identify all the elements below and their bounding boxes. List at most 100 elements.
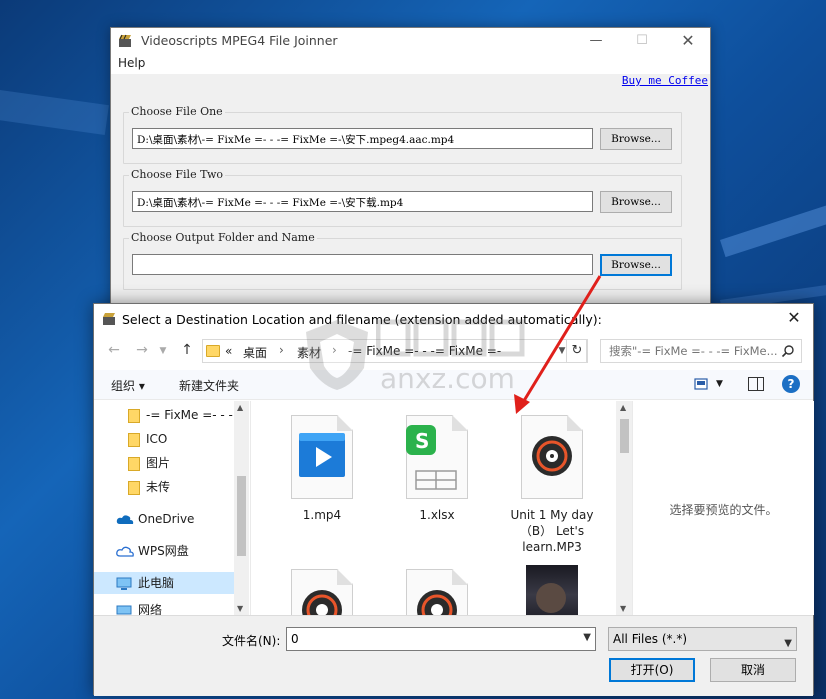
file-item[interactable] [277, 569, 367, 615]
maximize-button[interactable]: ☐ [619, 28, 665, 54]
filename-field[interactable]: ▼ [286, 627, 596, 651]
shield-logo-icon [306, 320, 368, 390]
cloud-outline-icon [116, 546, 134, 557]
minimize-button[interactable]: — [573, 28, 619, 54]
group-output: Choose Output Folder and Name Browse... [123, 231, 682, 290]
browse-file-one-button[interactable]: Browse... [600, 128, 672, 150]
view-options-chevron-icon[interactable]: ▼ [716, 379, 723, 389]
nav-item-label: 未传 [146, 480, 171, 494]
nav-item-untransferred[interactable]: 未传 [94, 476, 234, 498]
search-input[interactable] [601, 340, 781, 362]
search-box[interactable] [600, 339, 802, 363]
back-arrow-icon[interactable]: ← [104, 342, 124, 362]
browse-file-two-button[interactable]: Browse... [600, 191, 672, 213]
audio-file-icon [417, 590, 457, 615]
nav-item-this-pc[interactable]: 此电脑 [94, 572, 234, 594]
scroll-up-arrow-icon[interactable]: ▲ [237, 403, 243, 412]
file-item[interactable]: 1.mp4 [277, 415, 367, 523]
nav-item-onedrive[interactable]: OneDrive [94, 508, 234, 530]
breadcrumb-separator: › [279, 343, 284, 357]
group-file-one-label: Choose File One [129, 105, 225, 118]
preview-pane: 选择要预览的文件。 [632, 401, 814, 615]
group-output-label: Choose Output Folder and Name [129, 231, 317, 244]
view-options-icon[interactable] [694, 377, 712, 391]
nav-item-label: WPS网盘 [138, 544, 189, 558]
app-icon [103, 313, 115, 325]
help-icon[interactable]: ? [782, 375, 800, 393]
title-bar[interactable]: Videoscripts MPEG4 File Joinner — ☐ ✕ [111, 28, 710, 54]
browse-output-button[interactable]: Browse... [600, 254, 672, 276]
file-name-line-2: （B） Let's [519, 524, 585, 538]
watermark: anxz.com [302, 316, 532, 396]
file-name: 1.mp4 [302, 508, 342, 522]
dialog-footer: 文件名(N): ▼ All Files (*.*) ▼ 打开(O) 取消 [94, 615, 813, 696]
audio-file-icon [532, 436, 572, 476]
cancel-button[interactable]: 取消 [710, 658, 796, 682]
menu-bar: Help [111, 54, 710, 74]
scroll-down-arrow-icon[interactable]: ▼ [237, 604, 243, 613]
folder-icon [206, 345, 220, 357]
nav-item-fixme[interactable]: -= FixMe =- - - [94, 404, 234, 426]
file-item[interactable]: S 1.xlsx [392, 415, 482, 523]
watermark-chinese-logo [376, 319, 525, 357]
folder-icon [128, 433, 140, 447]
scrollbar-thumb[interactable] [620, 419, 629, 453]
new-folder-button[interactable]: 新建文件夹 [179, 377, 239, 394]
spreadsheet-file-icon: S [406, 425, 457, 490]
recent-locations-chevron-icon[interactable]: ▼ [153, 346, 173, 366]
output-path-input[interactable] [132, 254, 593, 275]
file-two-path-input[interactable]: D:\桌面\素材\-= FixMe =- - -= FixMe =-\安下载.m… [132, 191, 593, 212]
group-file-one: Choose File One D:\桌面\素材\-= FixMe =- - -… [123, 105, 682, 164]
preview-placeholder: 选择要预览的文件。 [669, 503, 778, 517]
breadcrumb-overflow[interactable]: « [225, 344, 232, 358]
app-icon [119, 34, 131, 47]
file-one-path-input[interactable]: D:\桌面\素材\-= FixMe =- - -= FixMe =-\安下.mp… [132, 128, 593, 149]
chevron-down-icon[interactable]: ▼ [784, 633, 792, 655]
svg-text:S: S [415, 429, 429, 453]
wallpaper-light-ray [720, 196, 826, 258]
breadcrumb-desktop[interactable]: 桌面 [243, 344, 267, 361]
folder-icon [128, 409, 140, 423]
file-name-line-1: Unit 1 My day [510, 508, 594, 522]
folder-icon [128, 457, 140, 471]
file-item[interactable] [392, 569, 482, 615]
forward-arrow-icon[interactable]: → [132, 342, 152, 362]
dialog-close-button[interactable]: ✕ [781, 308, 807, 330]
search-icon[interactable] [781, 344, 795, 358]
audio-file-icon [302, 590, 342, 615]
nav-item-label: OneDrive [138, 512, 195, 526]
nav-item-pictures[interactable]: 图片 [94, 452, 234, 474]
joiner-window: Videoscripts MPEG4 File Joinner — ☐ ✕ He… [110, 27, 711, 317]
nav-item-label: 此电脑 [138, 576, 175, 590]
nav-item-label: -= FixMe =- - - [146, 408, 233, 422]
group-file-two: Choose File Two D:\桌面\素材\-= FixMe =- - -… [123, 168, 682, 227]
close-button[interactable]: ✕ [665, 28, 711, 54]
buy-coffee-link[interactable]: Buy me Coffee [622, 74, 708, 87]
chevron-down-icon[interactable]: ▼ [583, 632, 591, 643]
file-list-scrollbar[interactable]: ▲ ▼ [616, 401, 632, 615]
scroll-up-arrow-icon[interactable]: ▲ [620, 403, 626, 412]
navigation-pane: -= FixMe =- - - ICO 图片 未传 OneDrive WPS网盘 [94, 401, 249, 617]
filename-input[interactable] [287, 628, 572, 650]
navigation-scrollbar[interactable]: ▲ ▼ [234, 401, 249, 615]
image-thumbnail [526, 565, 578, 615]
file-type-select[interactable]: All Files (*.*) ▼ [608, 627, 797, 651]
nav-item-wps-drive[interactable]: WPS网盘 [94, 540, 234, 562]
nav-item-ico[interactable]: ICO [94, 428, 234, 450]
file-list: 1.mp4 S 1.xlsx Unit 1 My day （B） Let's l… [250, 401, 616, 615]
refresh-icon[interactable]: ↻ [566, 339, 588, 363]
file-item[interactable] [507, 565, 597, 615]
up-arrow-icon[interactable]: ↑ [177, 342, 197, 362]
scroll-down-arrow-icon[interactable]: ▼ [620, 604, 626, 613]
filename-label: 文件名(N): [222, 634, 281, 648]
organize-button[interactable]: 组织 ▾ [111, 377, 145, 394]
watermark-text: anxz.com [380, 362, 515, 395]
menu-help[interactable]: Help [118, 56, 145, 70]
nav-item-label: 图片 [146, 456, 171, 470]
preview-pane-icon[interactable] [748, 377, 764, 391]
file-type-value: All Files (*.*) [613, 632, 688, 646]
nav-item-label: ICO [146, 432, 168, 446]
file-item[interactable]: Unit 1 My day （B） Let's learn.MP3 [507, 415, 597, 555]
scrollbar-thumb[interactable] [237, 476, 246, 556]
open-button[interactable]: 打开(O) [609, 658, 695, 682]
